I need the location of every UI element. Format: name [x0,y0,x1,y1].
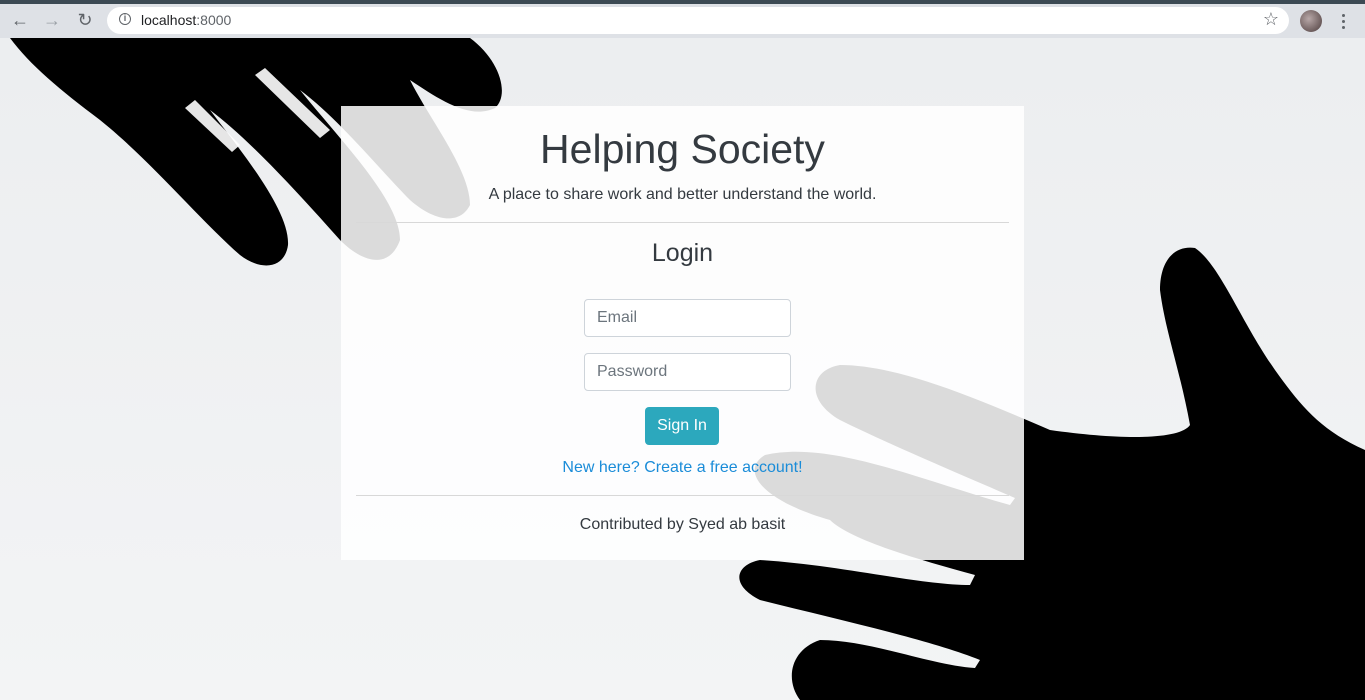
login-heading: Login [651,239,714,267]
url-text: localhost:8000 [141,12,231,28]
kebab-menu-icon[interactable] [1337,9,1349,33]
forward-arrow-icon[interactable]: → [40,8,64,32]
divider [356,222,1009,223]
info-icon[interactable]: i [119,13,131,25]
login-card: Helping Society A place to share work an… [341,106,1024,560]
reload-icon[interactable]: ↻ [73,8,97,32]
address-bar[interactable]: i localhost:8000 ☆ [107,7,1289,34]
create-account-link[interactable]: New here? Create a free account! [341,459,1024,477]
password-field[interactable] [584,353,791,391]
site-tagline: A place to share work and better underst… [488,186,877,203]
profile-avatar[interactable] [1300,10,1322,32]
url-port: :8000 [196,12,232,28]
email-field[interactable] [584,299,791,337]
back-arrow-icon[interactable]: ← [8,8,32,32]
bookmark-star-icon[interactable]: ☆ [1263,9,1279,30]
divider [356,495,1009,496]
browser-toolbar: ← → ↻ i localhost:8000 ☆ [0,0,1365,38]
sign-in-button[interactable]: Sign In [645,407,719,445]
site-title: Helping Society [540,126,825,172]
url-host: localhost [141,12,197,28]
footer-credit: Contributed by Syed ab basit [579,516,786,533]
